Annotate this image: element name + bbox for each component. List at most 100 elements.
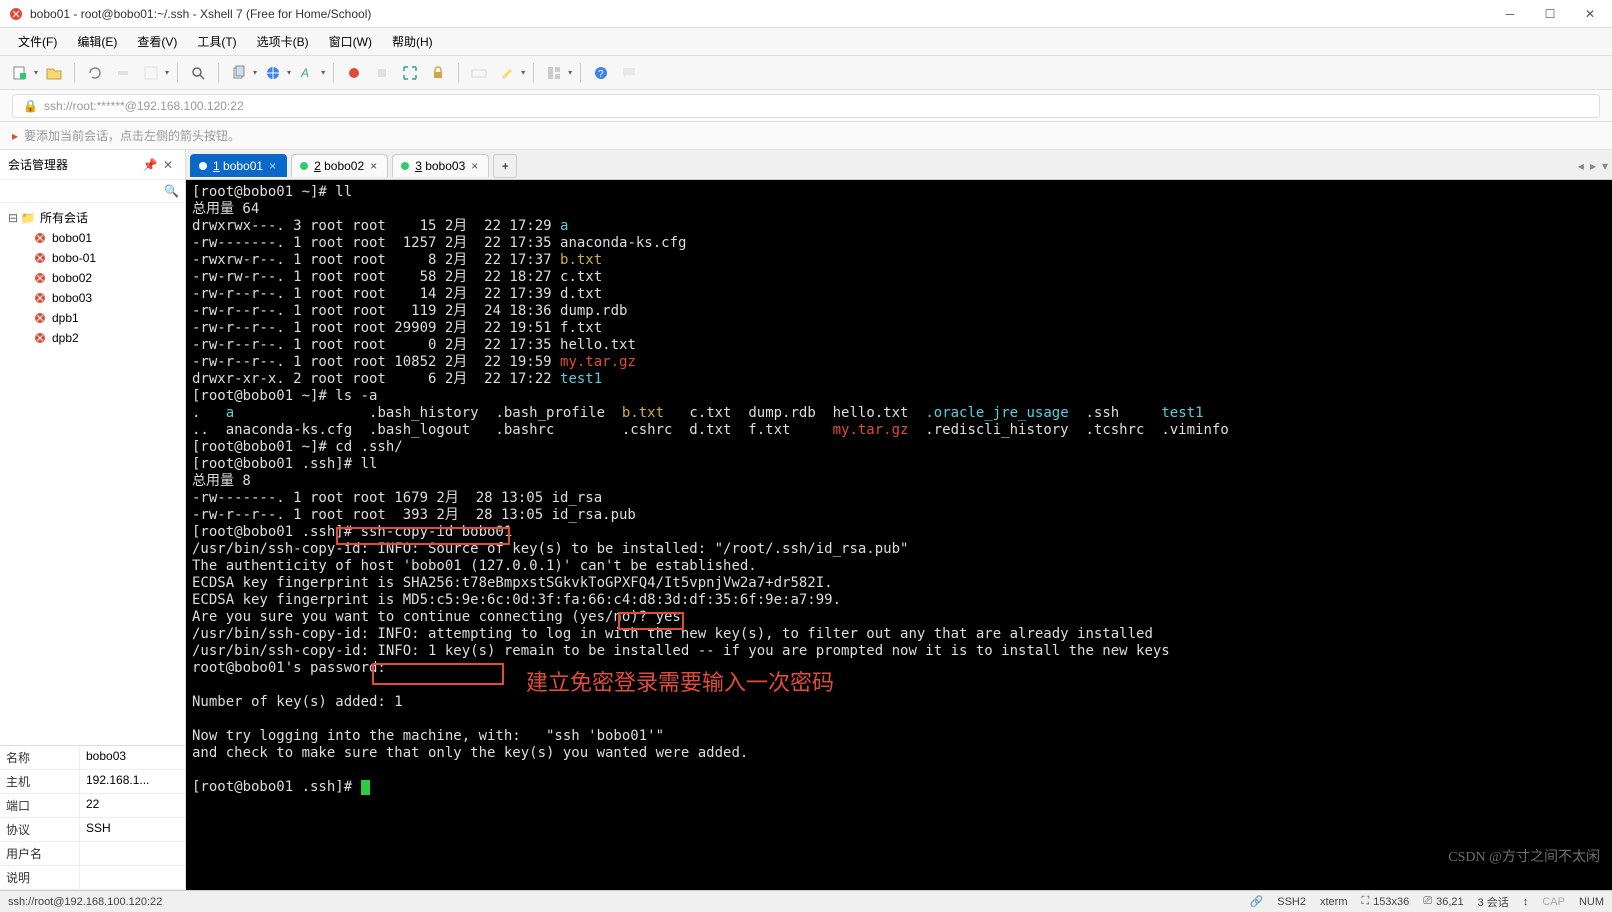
stop-record-button[interactable] — [370, 61, 394, 85]
help-button[interactable]: ? — [589, 61, 613, 85]
session-label: bobo03 — [52, 291, 92, 305]
terminal[interactable]: [root@bobo01 ~]# ll总用量 64drwxrwx---. 3 r… — [186, 180, 1612, 890]
reconnect-button[interactable] — [83, 61, 107, 85]
session-label: bobo01 — [52, 231, 92, 245]
close-panel-icon[interactable]: ✕ — [159, 158, 177, 172]
fullscreen-button[interactable] — [398, 61, 422, 85]
tab-menu-icon[interactable]: ▾ — [1602, 159, 1608, 173]
highlight-button[interactable] — [495, 61, 519, 85]
tab-label: 3 bobo03 — [415, 159, 465, 173]
status-toggle-icon[interactable]: ↕ — [1523, 896, 1529, 908]
session-icon — [32, 310, 48, 326]
tab-close-icon[interactable]: × — [269, 159, 276, 173]
tab-bobo02[interactable]: 2 bobo02 × — [291, 154, 388, 177]
session-icon — [32, 290, 48, 306]
menu-file[interactable]: 文件(F) — [8, 29, 67, 54]
layout-button[interactable] — [542, 61, 566, 85]
sidebar-header: 会话管理器 📌 ✕ — [0, 150, 185, 180]
prop-value: bobo03 — [80, 746, 185, 769]
address-bar: 🔒 ssh://root:******@192.168.100.120:22 — [0, 90, 1612, 122]
session-item[interactable]: bobo02 — [0, 268, 185, 288]
property-row: 端口22 — [0, 794, 185, 818]
tab-next-icon[interactable]: ▸ — [1590, 159, 1596, 173]
status-cap: CAP — [1542, 896, 1565, 908]
session-label: bobo-01 — [52, 251, 96, 265]
tree-root-label: 所有会话 — [40, 209, 88, 226]
session-icon — [32, 270, 48, 286]
session-icon — [32, 330, 48, 346]
new-session-button[interactable] — [8, 61, 32, 85]
menu-help[interactable]: 帮助(H) — [382, 29, 443, 54]
disconnect-button[interactable] — [111, 61, 135, 85]
prop-key: 主机 — [0, 770, 80, 793]
menu-window[interactable]: 窗口(W) — [319, 29, 382, 54]
tab-label: 2 bobo02 — [314, 159, 364, 173]
minimize-button[interactable]: ─ — [1496, 4, 1524, 24]
add-tab-button[interactable]: + — [493, 154, 517, 178]
keyboard-button[interactable] — [467, 61, 491, 85]
menu-view[interactable]: 查看(V) — [127, 29, 187, 54]
property-row: 说明 — [0, 866, 185, 890]
close-button[interactable]: ✕ — [1576, 4, 1604, 24]
session-item[interactable]: dpb1 — [0, 308, 185, 328]
separator — [533, 63, 534, 83]
session-icon — [32, 250, 48, 266]
property-row: 用户名 — [0, 842, 185, 866]
menu-tools[interactable]: 工具(T) — [187, 29, 246, 54]
separator — [333, 63, 334, 83]
search-icon[interactable]: 🔍 — [164, 184, 179, 198]
tree-root[interactable]: ⊟ 📁 所有会话 — [0, 207, 185, 228]
terminal-pane: 1 bobo01× 2 bobo02 × 3 bobo03 × + ◂ ▸ ▾ [roo… — [186, 150, 1612, 890]
session-label: bobo02 — [52, 271, 92, 285]
status-ssh: SSH2 — [1277, 896, 1306, 908]
property-row: 主机192.168.1... — [0, 770, 185, 794]
status-pos: ⎚ 36,21 — [1423, 895, 1463, 908]
globe-button[interactable] — [261, 61, 285, 85]
address-input[interactable]: 🔒 ssh://root:******@192.168.100.120:22 — [12, 94, 1600, 118]
window-title: bobo01 - root@bobo01:~/.ssh - Xshell 7 (… — [30, 7, 1496, 21]
open-session-button[interactable] — [42, 61, 66, 85]
properties-button[interactable] — [139, 61, 163, 85]
separator — [74, 63, 75, 83]
app-icon — [8, 6, 24, 22]
menu-edit[interactable]: 编辑(E) — [67, 29, 127, 54]
tab-bobo03[interactable]: 3 bobo03 × — [392, 154, 489, 177]
search-button[interactable] — [186, 61, 210, 85]
bookmark-icon[interactable]: ▸ — [12, 129, 18, 143]
tip-text: 要添加当前会话，点击左侧的箭头按钮。 — [24, 127, 240, 144]
session-label: dpb1 — [52, 311, 79, 325]
font-button[interactable]: A — [295, 61, 319, 85]
tab-prev-icon[interactable]: ◂ — [1578, 159, 1584, 173]
pos-icon: ⎚ — [1423, 895, 1432, 908]
svg-text:?: ? — [598, 69, 604, 80]
record-button[interactable] — [342, 61, 366, 85]
separator — [458, 63, 459, 83]
menu-bar: 文件(F) 编辑(E) 查看(V) 工具(T) 选项卡(B) 窗口(W) 帮助(… — [0, 28, 1612, 56]
session-item[interactable]: bobo-01 — [0, 248, 185, 268]
property-row: 名称bobo03 — [0, 746, 185, 770]
address-url: ssh://root:******@192.168.100.120:22 — [44, 99, 244, 113]
session-label: dpb2 — [52, 331, 79, 345]
status-dot-icon — [401, 162, 409, 170]
pin-icon[interactable]: 📌 — [141, 158, 159, 172]
size-icon: ⛶ — [1361, 895, 1369, 908]
copy-button[interactable] — [227, 61, 251, 85]
status-bar: ssh://root@192.168.100.120:22 🔗 SSH2 xte… — [0, 890, 1612, 912]
separator — [580, 63, 581, 83]
prop-key: 端口 — [0, 794, 80, 817]
tab-bobo01[interactable]: 1 bobo01× — [190, 154, 287, 177]
status-sessions: 3 会话 — [1478, 894, 1509, 910]
chat-button[interactable] — [617, 61, 641, 85]
maximize-button[interactable]: ☐ — [1536, 4, 1564, 24]
session-item[interactable]: dpb2 — [0, 328, 185, 348]
session-item[interactable]: bobo03 — [0, 288, 185, 308]
lock-button[interactable] — [426, 61, 450, 85]
status-num: NUM — [1579, 896, 1604, 908]
tab-close-icon[interactable]: × — [471, 159, 478, 173]
menu-tabs[interactable]: 选项卡(B) — [247, 29, 319, 54]
session-icon — [32, 230, 48, 246]
prop-value — [80, 842, 185, 865]
tab-close-icon[interactable]: × — [370, 159, 377, 173]
session-item[interactable]: bobo01 — [0, 228, 185, 248]
property-row: 协议SSH — [0, 818, 185, 842]
